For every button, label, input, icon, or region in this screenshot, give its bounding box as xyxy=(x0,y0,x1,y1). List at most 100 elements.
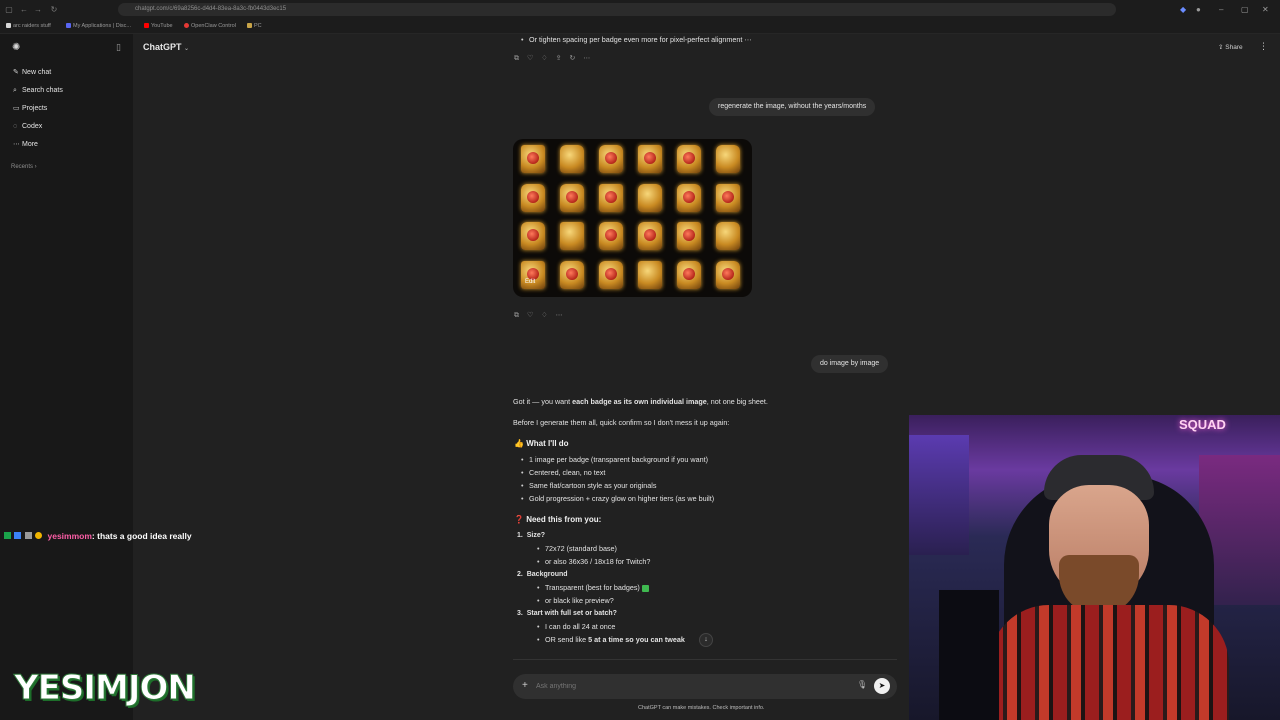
scroll-down-icon[interactable]: ↓ xyxy=(699,633,713,647)
chat-input[interactable] xyxy=(536,680,846,692)
reply-intro: Got it — you want each badge as its own … xyxy=(513,397,768,406)
openai-logo-icon[interactable]: ✺ xyxy=(12,42,20,53)
badge-tile xyxy=(555,181,589,215)
badge-tile xyxy=(516,258,550,292)
badge-icon xyxy=(24,532,32,539)
reload-icon[interactable]: ↻ xyxy=(48,3,60,16)
chevron-down-icon: ⌄ xyxy=(184,46,190,52)
more-icon: ⋯ xyxy=(13,141,20,148)
user-message: regenerate the image, without the years/… xyxy=(709,98,876,116)
sidebar-item-projects[interactable]: ▭ Projects xyxy=(13,104,47,114)
badge-tile xyxy=(633,142,667,176)
badge-tile xyxy=(555,258,589,292)
badge-tile xyxy=(633,219,667,253)
more-icon[interactable]: ⋯ xyxy=(583,55,598,62)
emoji-icon: ⋯ xyxy=(744,35,752,44)
sidebar-item-search-chats[interactable]: ⌕ Search chats xyxy=(13,86,63,96)
add-attachment-icon[interactable]: + xyxy=(522,680,528,691)
list-item: 1 image per badge (transparent backgroun… xyxy=(521,455,708,465)
extension-icon[interactable]: ◆ xyxy=(1180,3,1186,16)
sidebar-item-codex[interactable]: ◌ Codex xyxy=(13,122,42,132)
thumbs-up-emoji-icon: 👍 xyxy=(514,439,524,448)
list-item: OR send like 5 at a time so you can twea… xyxy=(537,635,685,645)
forward-icon[interactable]: → xyxy=(32,3,44,16)
list-item: I can do all 24 at once xyxy=(537,622,615,632)
bookmark-youtube[interactable]: YouTube xyxy=(144,19,173,33)
badge-icon xyxy=(35,532,43,539)
message-actions-2: ⧉♡♢⋯ xyxy=(514,311,571,320)
codex-icon: ◌ xyxy=(13,123,18,130)
list-item: or also 36x36 / 18x18 for Twitch? xyxy=(537,557,650,567)
flannel-shirt xyxy=(989,605,1229,720)
badge-tile xyxy=(555,142,589,176)
copy-icon[interactable]: ⧉ xyxy=(514,55,527,62)
thumbs-up-icon[interactable]: ♡ xyxy=(527,55,541,62)
question-1: 1. Size? xyxy=(517,532,546,539)
thumbs-down-icon[interactable]: ♢ xyxy=(541,55,555,62)
share-message-icon[interactable]: ⇪ xyxy=(556,55,570,62)
thumbs-down-icon[interactable]: ♢ xyxy=(541,312,555,319)
bookmark-pc[interactable]: PC xyxy=(247,19,262,33)
user-message: do image by image xyxy=(811,355,889,373)
bookmark-icon xyxy=(6,23,11,29)
share-button[interactable]: ⇪ Share xyxy=(1218,43,1243,51)
model-selector[interactable]: ChatGPT ⌄ xyxy=(143,42,189,52)
list-item: Gold progression + crazy glow on higher … xyxy=(521,494,714,504)
badge-icon xyxy=(4,532,11,539)
voice-mode-button[interactable]: ➤ xyxy=(874,678,890,694)
recents-toggle[interactable]: Recents › xyxy=(11,164,37,170)
openclaw-icon xyxy=(184,23,189,29)
badge-tile xyxy=(516,181,550,215)
badge-tile xyxy=(672,258,706,292)
list-item: or black like preview? xyxy=(537,596,614,606)
badge-tile xyxy=(672,219,706,253)
neon-sign: SQUAD xyxy=(1179,417,1226,432)
regenerate-icon[interactable]: ↻ xyxy=(569,55,583,62)
tab-strip-icon[interactable]: ▢ xyxy=(3,3,15,16)
badge-tile xyxy=(516,219,550,253)
disclaimer-footnote: ChatGPT can make mistakes. Check importa… xyxy=(638,705,765,711)
maximize-icon[interactable]: ▢ xyxy=(1241,3,1249,16)
folder-icon xyxy=(247,23,252,29)
badge-tile xyxy=(516,142,550,176)
image-edit-label[interactable]: Edit xyxy=(525,279,535,285)
generated-image[interactable] xyxy=(513,139,752,297)
badge-tile xyxy=(711,181,745,215)
chat-username: yesimmom xyxy=(47,531,92,541)
bookmark-my-applications[interactable]: My Applications | Disc... xyxy=(66,19,131,33)
more-options-icon[interactable]: ⋮ xyxy=(1259,41,1268,52)
streamer-logo: YESIMJON xyxy=(14,668,197,709)
microphone-icon[interactable]: 🎙 xyxy=(857,680,867,689)
back-icon[interactable]: ← xyxy=(18,3,30,16)
list-item: Transparent (best for badges) xyxy=(537,583,649,593)
sidebar-toggle-icon[interactable]: ▯ xyxy=(116,42,121,53)
badge-icon xyxy=(14,532,22,539)
profile-icon[interactable]: ● xyxy=(1196,3,1201,16)
url-text: chatgpt.com/c/69a8256c-d4d4-83ea-8a3c-fb… xyxy=(135,6,287,12)
badge-tile xyxy=(594,219,628,253)
badge-tile xyxy=(711,219,745,253)
close-icon[interactable]: ✕ xyxy=(1262,3,1269,16)
minimize-icon[interactable]: – xyxy=(1219,3,1223,16)
divider xyxy=(513,659,897,660)
sidebar-item-more[interactable]: ⋯ More xyxy=(13,140,38,150)
search-icon: ⌕ xyxy=(13,87,17,94)
bookmark-arc-raiders[interactable]: arc raiders stuff xyxy=(6,19,51,33)
question-mark-icon: ❓ xyxy=(514,515,524,524)
more-icon[interactable]: ⋯ xyxy=(556,312,571,319)
badge-tile xyxy=(633,181,667,215)
thumbs-up-icon[interactable]: ♡ xyxy=(527,312,541,319)
stream-chat-message: yesimmom: thats a good idea really xyxy=(4,531,192,541)
copy-icon[interactable]: ⧉ xyxy=(514,312,527,319)
badge-tile xyxy=(672,181,706,215)
discord-icon xyxy=(66,23,71,29)
badge-tile xyxy=(633,258,667,292)
reply-confirm: Before I generate them all, quick confir… xyxy=(513,418,730,427)
badge-tile xyxy=(711,142,745,176)
message-actions-1: ⧉♡♢⇪↻⋯ xyxy=(514,54,598,63)
check-box-icon xyxy=(641,584,649,592)
address-bar[interactable]: chatgpt.com/c/69a8256c-d4d4-83ea-8a3c-fb… xyxy=(118,3,1116,16)
bookmark-openclaw[interactable]: OpenClaw Control xyxy=(184,19,236,33)
section-heading: 👍 What I'll do xyxy=(514,439,569,448)
sidebar-item-new-chat[interactable]: ✎ New chat xyxy=(13,68,51,78)
